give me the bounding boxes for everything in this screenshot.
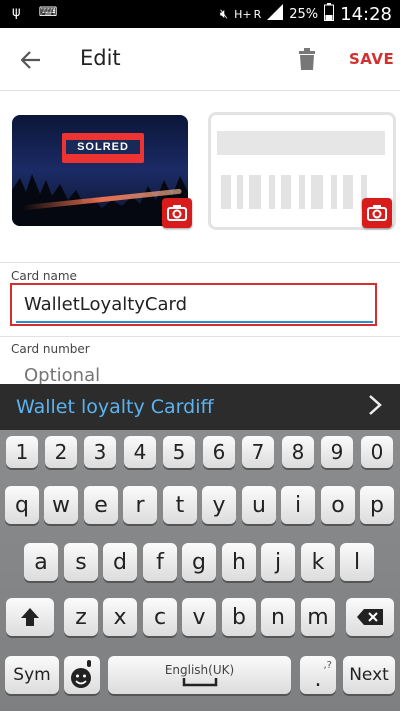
key-0[interactable]: 0 (361, 436, 393, 468)
key-4[interactable]: 4 (124, 436, 156, 468)
mute-icon: 🔇︎ (219, 6, 229, 22)
key-a[interactable]: a (24, 543, 58, 581)
shift-arrow-icon (21, 608, 39, 626)
emoji-mic-icon (71, 660, 91, 688)
key-o[interactable]: o (321, 486, 355, 524)
key-h[interactable]: h (222, 543, 256, 581)
card-logo: SOLRED (62, 133, 144, 163)
period-key[interactable]: ,? . (300, 656, 336, 694)
card-name-input[interactable] (14, 287, 374, 321)
save-button[interactable]: SAVE (349, 50, 394, 68)
key-j[interactable]: j (261, 543, 295, 581)
key-n[interactable]: n (261, 598, 295, 636)
key-q[interactable]: q (5, 486, 39, 524)
key-d[interactable]: d (103, 543, 137, 581)
chevron-right-icon[interactable] (368, 394, 382, 422)
key-f[interactable]: f (143, 543, 177, 581)
keyboard-icon: ⌨ (38, 5, 58, 20)
key-y[interactable]: y (202, 486, 236, 524)
key-l[interactable]: l (340, 543, 374, 581)
suggestion-text[interactable]: Wallet loyalty Cardiff (16, 396, 214, 418)
key-s[interactable]: s (64, 543, 98, 581)
delete-icon[interactable] (297, 47, 319, 71)
key-1[interactable]: 1 (6, 436, 38, 468)
key-z[interactable]: z (64, 598, 98, 636)
emoji-key[interactable] (64, 656, 100, 694)
key-x[interactable]: x (103, 598, 137, 636)
key-9[interactable]: 9 (321, 436, 353, 468)
key-u[interactable]: u (242, 486, 276, 524)
network-roaming: R (253, 7, 262, 21)
key-8[interactable]: 8 (282, 436, 314, 468)
key-m[interactable]: m (301, 598, 335, 636)
key-b[interactable]: b (222, 598, 256, 636)
key-6[interactable]: 6 (203, 436, 235, 468)
divider (0, 262, 400, 263)
key-t[interactable]: t (163, 486, 197, 524)
key-e[interactable]: e (84, 486, 118, 524)
back-arrow-icon[interactable] (18, 48, 44, 72)
app-bar: Edit SAVE (0, 28, 400, 91)
key-3[interactable]: 3 (84, 436, 116, 468)
status-bar: ψ ⌨ 🔇︎ H+ R 25% 14:28 (0, 0, 400, 28)
barcode-placeholder (221, 175, 367, 209)
status-time: 14:28 (340, 3, 392, 25)
space-bar-icon (182, 678, 217, 687)
key-r[interactable]: r (123, 486, 157, 524)
next-key[interactable]: Next (343, 656, 395, 694)
key-2[interactable]: 2 (45, 436, 77, 468)
card-number-input[interactable] (14, 364, 374, 386)
signal-icon (267, 4, 284, 24)
suggestion-strip: Wallet loyalty Cardiff (0, 384, 400, 430)
period-key-alt: ,? (323, 660, 333, 671)
key-w[interactable]: w (44, 486, 78, 524)
key-c[interactable]: c (143, 598, 177, 636)
backspace-key[interactable] (346, 598, 394, 636)
period-key-label: . (314, 667, 322, 692)
key-i[interactable]: i (281, 486, 315, 524)
sym-key[interactable]: Sym (5, 656, 59, 694)
page-title: Edit (80, 46, 121, 70)
card-name-label: Card name (11, 269, 77, 283)
status-right: 🔇︎ H+ R 25% 14:28 (220, 3, 392, 25)
camera-icon[interactable] (362, 198, 392, 228)
key-p[interactable]: p (360, 486, 394, 524)
space-key-label: English(UK) (164, 663, 235, 677)
magnetic-strip (217, 131, 385, 155)
key-5[interactable]: 5 (163, 436, 195, 468)
key-7[interactable]: 7 (242, 436, 274, 468)
shift-key[interactable] (6, 598, 54, 636)
key-g[interactable]: g (182, 543, 216, 581)
battery-percent: 25% (289, 6, 319, 22)
backspace-icon (357, 609, 383, 625)
battery-icon (324, 3, 335, 25)
card-number-label: Card number (11, 342, 90, 356)
key-k[interactable]: k (301, 543, 335, 581)
camera-icon[interactable] (162, 198, 192, 228)
divider (0, 336, 400, 337)
usb-icon: ψ (12, 5, 21, 20)
input-underline (16, 321, 373, 323)
network-type: H+ (234, 7, 252, 21)
space-key[interactable]: English(UK) (108, 656, 291, 694)
status-left-icons: ψ ⌨ (12, 5, 57, 20)
key-v[interactable]: v (182, 598, 216, 636)
